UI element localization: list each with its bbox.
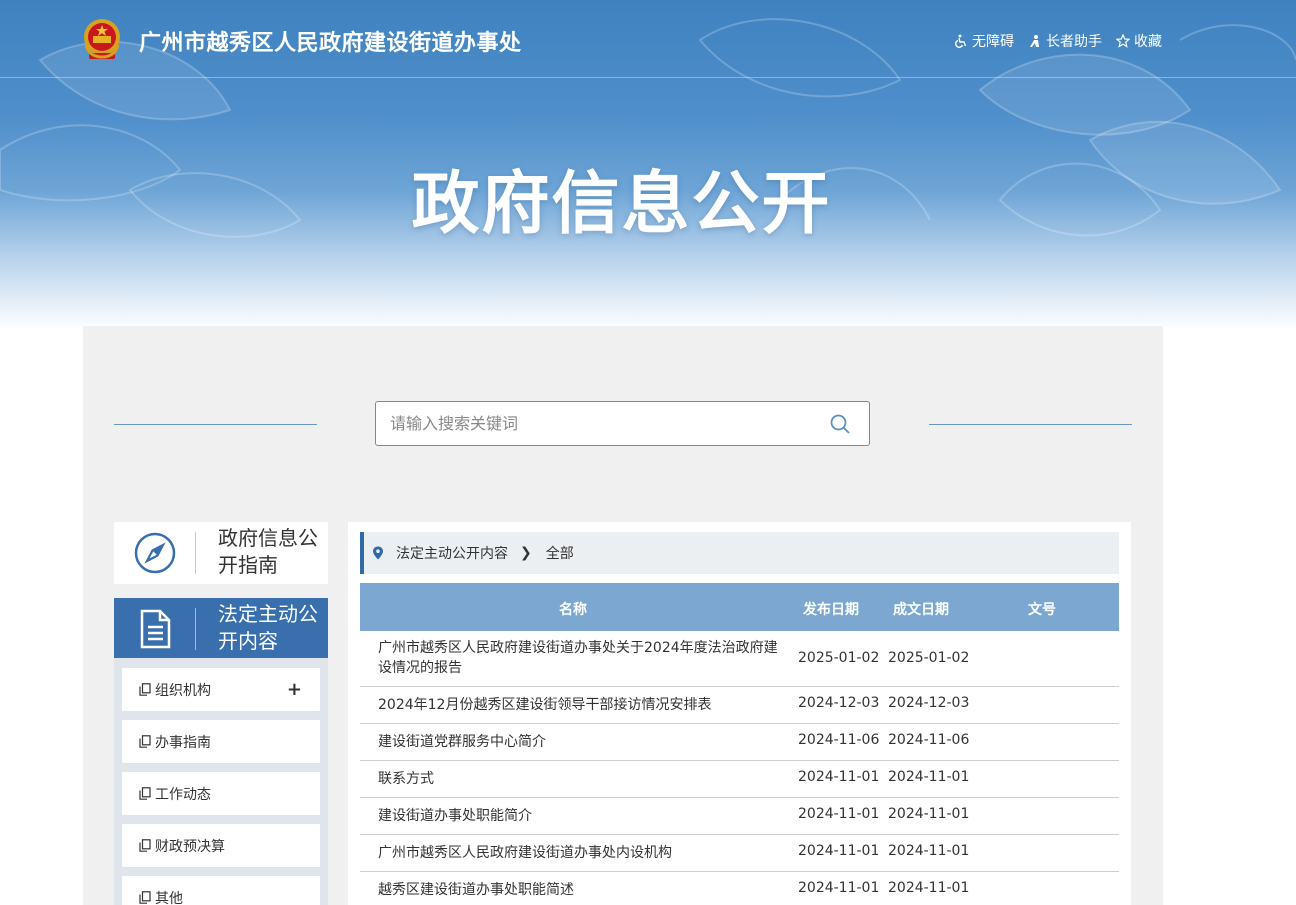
row-published-date: 2024-12-03 [798, 695, 880, 711]
chevron-right-icon: ❯ [520, 545, 532, 561]
column-header-doc-no: 文号 [1028, 602, 1056, 618]
row-written-date: 2024-12-03 [888, 695, 970, 711]
column-header-name: 名称 [559, 602, 587, 618]
table-row[interactable]: 广州市越秀区人民政府建设街道办事处内设机构 2024-11-01 2024-11… [360, 835, 1119, 872]
row-written-date: 2025-01-02 [888, 650, 970, 666]
row-written-date: 2024-11-06 [888, 732, 970, 748]
row-published-date: 2025-01-02 [798, 650, 880, 666]
statutory-disclosure-label: 法定主动公开内容 [218, 602, 318, 653]
copy-icon [139, 735, 151, 748]
search-divider-left [114, 424, 317, 425]
row-published-date: 2024-11-01 [798, 880, 880, 896]
row-title-link[interactable]: 广州市越秀区人民政府建设街道办事处内设机构 [378, 843, 790, 863]
column-header-written: 成文日期 [893, 602, 949, 618]
row-title-link[interactable]: 2024年12月份越秀区建设街领导干部接访情况安排表 [378, 695, 790, 715]
disclosure-guide-label: 政府信息公开指南 [218, 526, 318, 577]
column-header-published: 发布日期 [803, 602, 859, 618]
expand-plus-icon[interactable]: + [287, 679, 302, 700]
sidebar-item-label: 办事指南 [155, 734, 211, 751]
copy-icon [139, 787, 151, 800]
main-panel: 政府信息公开指南 法定主动公开内容 组织机构 + [83, 326, 1163, 905]
disclosure-guide-card[interactable]: 政府信息公开指南 [114, 522, 328, 584]
row-written-date: 2024-11-01 [888, 769, 970, 785]
sidebar-menu: 组织机构 + 办事指南 工作动态 财政预决算 其他 [114, 658, 328, 905]
table-row[interactable]: 越秀区建设街道办事处职能简述 2024-11-01 2024-11-01 [360, 872, 1119, 905]
row-published-date: 2024-11-01 [798, 806, 880, 822]
sidebar-item-other[interactable]: 其他 [122, 876, 320, 905]
table-row[interactable]: 广州市越秀区人民政府建设街道办事处关于2024年度法治政府建设情况的报告 202… [360, 631, 1119, 687]
table-header: 名称 发布日期 成文日期 文号 [360, 583, 1119, 631]
elder-assistant-label: 长者助手 [1046, 34, 1102, 50]
row-written-date: 2024-11-01 [888, 843, 970, 859]
statutory-disclosure-card[interactable]: 法定主动公开内容 [114, 598, 328, 658]
search-divider-right [929, 424, 1132, 425]
card-separator [195, 608, 196, 650]
row-published-date: 2024-11-01 [798, 769, 880, 785]
header-banner: 广州市越秀区人民政府建设街道办事处 无障碍 长者助手 收藏 政府信息公开 [0, 0, 1296, 330]
table-row[interactable]: 建设街道党群服务中心简介 2024-11-06 2024-11-06 [360, 724, 1119, 761]
compass-icon [134, 532, 176, 574]
wheelchair-icon [955, 34, 967, 48]
favorite-link[interactable]: 收藏 [1116, 31, 1162, 51]
sidebar-item-label: 财政预决算 [155, 838, 225, 855]
row-title-link[interactable]: 建设街道党群服务中心简介 [378, 732, 790, 752]
card-separator [195, 532, 196, 574]
accessibility-link[interactable]: 无障碍 [954, 31, 1014, 51]
row-published-date: 2024-11-06 [798, 732, 880, 748]
table-row[interactable]: 联系方式 2024-11-01 2024-11-01 [360, 761, 1119, 798]
favorite-label: 收藏 [1134, 34, 1162, 50]
table-row[interactable]: 建设街道办事处职能简介 2024-11-01 2024-11-01 [360, 798, 1119, 835]
copy-icon [139, 891, 151, 904]
sidebar-item-organization[interactable]: 组织机构 + [122, 668, 320, 711]
row-published-date: 2024-11-01 [798, 843, 880, 859]
row-title-link[interactable]: 广州市越秀区人民政府建设街道办事处关于2024年度法治政府建设情况的报告 [378, 638, 790, 678]
page-heading: 政府信息公开 [411, 165, 832, 244]
sidebar-item-work-news[interactable]: 工作动态 [122, 772, 320, 815]
document-icon [140, 609, 171, 649]
sidebar-item-label: 组织机构 [155, 682, 211, 699]
copy-icon [139, 839, 151, 852]
elder-assistant-link[interactable]: 长者助手 [1028, 31, 1102, 51]
search-box [375, 401, 870, 446]
table-row[interactable]: 2024年12月份越秀区建设街领导干部接访情况安排表 2024-12-03 20… [360, 687, 1119, 724]
row-title-link[interactable]: 越秀区建设街道办事处职能简述 [378, 880, 790, 900]
row-written-date: 2024-11-01 [888, 880, 970, 896]
copy-icon [139, 683, 151, 696]
accessibility-label: 无障碍 [972, 34, 1014, 50]
breadcrumb: 法定主动公开内容 ❯ 全部 [360, 532, 1119, 574]
national-emblem-logo [84, 19, 120, 59]
breadcrumb-current: 全部 [545, 546, 574, 562]
content-area: 法定主动公开内容 ❯ 全部 名称 发布日期 成文日期 文号 广州市越秀区人民政府… [348, 522, 1131, 905]
sidebar-item-label: 其他 [155, 890, 183, 905]
sidebar: 政府信息公开指南 法定主动公开内容 组织机构 + 办事指南 工作动态 财政预决算… [114, 522, 328, 905]
search-icon[interactable] [829, 413, 851, 435]
location-pin-icon [373, 546, 383, 560]
breadcrumb-section[interactable]: 法定主动公开内容 [396, 543, 508, 563]
row-written-date: 2024-11-01 [888, 806, 970, 822]
star-icon [1116, 34, 1130, 48]
sidebar-item-label: 工作动态 [155, 786, 211, 803]
site-title[interactable]: 广州市越秀区人民政府建设街道办事处 [139, 25, 522, 57]
row-title-link[interactable]: 建设街道办事处职能简介 [378, 806, 790, 826]
sidebar-item-budget[interactable]: 财政预决算 [122, 824, 320, 867]
search-input[interactable] [376, 402, 816, 445]
top-bar: 广州市越秀区人民政府建设街道办事处 无障碍 长者助手 收藏 [0, 0, 1296, 78]
header-tools: 无障碍 长者助手 收藏 [954, 31, 1162, 51]
elder-icon [1030, 35, 1039, 47]
sidebar-item-service-guide[interactable]: 办事指南 [122, 720, 320, 763]
row-title-link[interactable]: 联系方式 [378, 769, 790, 789]
